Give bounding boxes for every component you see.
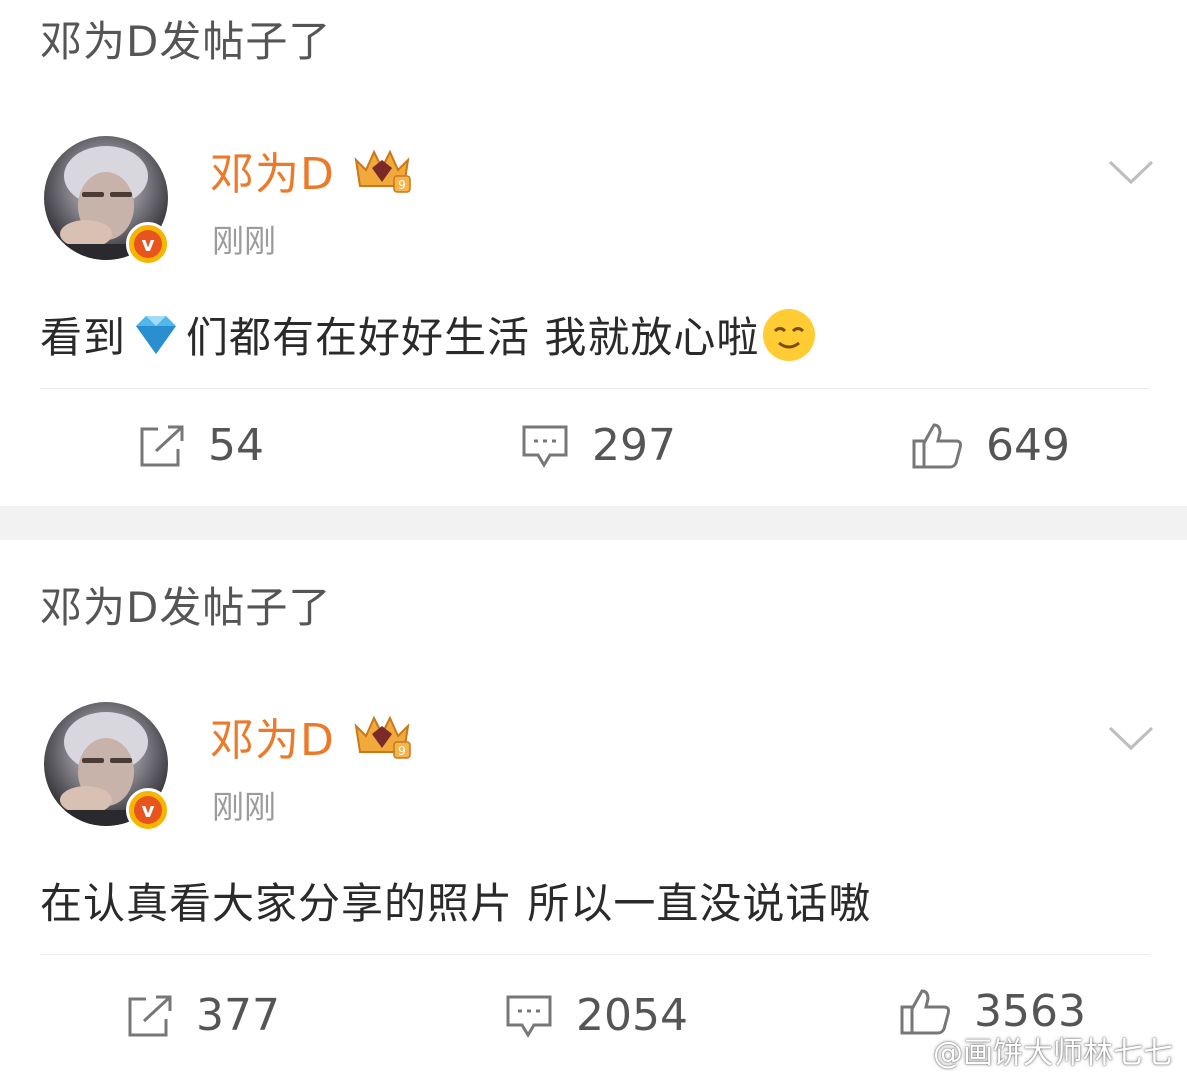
post-text-part: 在认真看大家分享的照片 所以一直没说话嗷 [40,879,872,928]
comment-button[interactable]: 2054 [504,990,688,1041]
like-count: 649 [986,420,1070,471]
verified-badge-icon: v [126,788,170,832]
post-card-2[interactable]: v 邓为D 9 刚刚 在认真看大家分享的照片 所以一直没说话嗷 377 2054 [0,652,1187,1080]
crown-level-icon: 9 [354,149,411,193]
repost-count: 54 [208,420,264,471]
repost-button[interactable]: 377 [124,990,280,1041]
diamond-emoji-icon [136,315,177,354]
post-text: 看到 们都有在好好生活 我就放心啦 [40,304,819,365]
comment-count: 2054 [576,990,688,1041]
chevron-down-icon[interactable] [1106,722,1156,752]
author-name[interactable]: 邓为D [210,704,335,768]
watermark-text: @画饼大师林七七 [933,1036,1173,1071]
crown-level-icon: 9 [354,715,411,759]
comment-icon [522,425,568,468]
weibo-logo-icon [889,1035,927,1067]
svg-text:9: 9 [398,178,406,192]
author-name[interactable]: 邓为D [210,138,335,202]
chevron-down-icon[interactable] [1106,156,1156,186]
post-time: 刚刚 [212,788,277,826]
post-text-part: 们都有在好好生活 我就放心啦 [186,313,760,362]
repost-icon [128,995,172,1036]
svg-text:9: 9 [398,744,406,758]
divider [40,954,1150,955]
relieved-face-emoji-icon [763,308,816,361]
comment-icon [506,995,552,1038]
post-2-banner: 邓为D发帖子了 [0,566,1187,653]
verified-badge-icon: v [126,222,170,266]
banner-title: 邓为D发帖子了 [40,583,332,632]
post-text-part: 看到 [40,313,127,362]
post-time: 刚刚 [212,222,277,260]
like-button[interactable]: 649 [910,420,1070,471]
thumbs-up-icon [912,422,962,468]
comment-count: 297 [592,420,676,471]
post-card-1[interactable]: v 邓为D 9 刚刚 看到 们都有在好好生活 我就放心啦 54 297 649 [0,86,1187,506]
post-text: 在认真看大家分享的照片 所以一直没说话嗷 [40,870,871,931]
banner-title: 邓为D发帖子了 [40,17,332,66]
divider [40,388,1150,389]
repost-count: 377 [196,990,280,1041]
comment-button[interactable]: 297 [520,420,676,471]
feed-separator [0,506,1187,540]
watermark: @画饼大师林七七 [889,1028,1173,1072]
repost-icon [140,425,184,466]
repost-button[interactable]: 54 [136,420,264,471]
post-1-banner: 邓为D发帖子了 [0,0,1187,87]
